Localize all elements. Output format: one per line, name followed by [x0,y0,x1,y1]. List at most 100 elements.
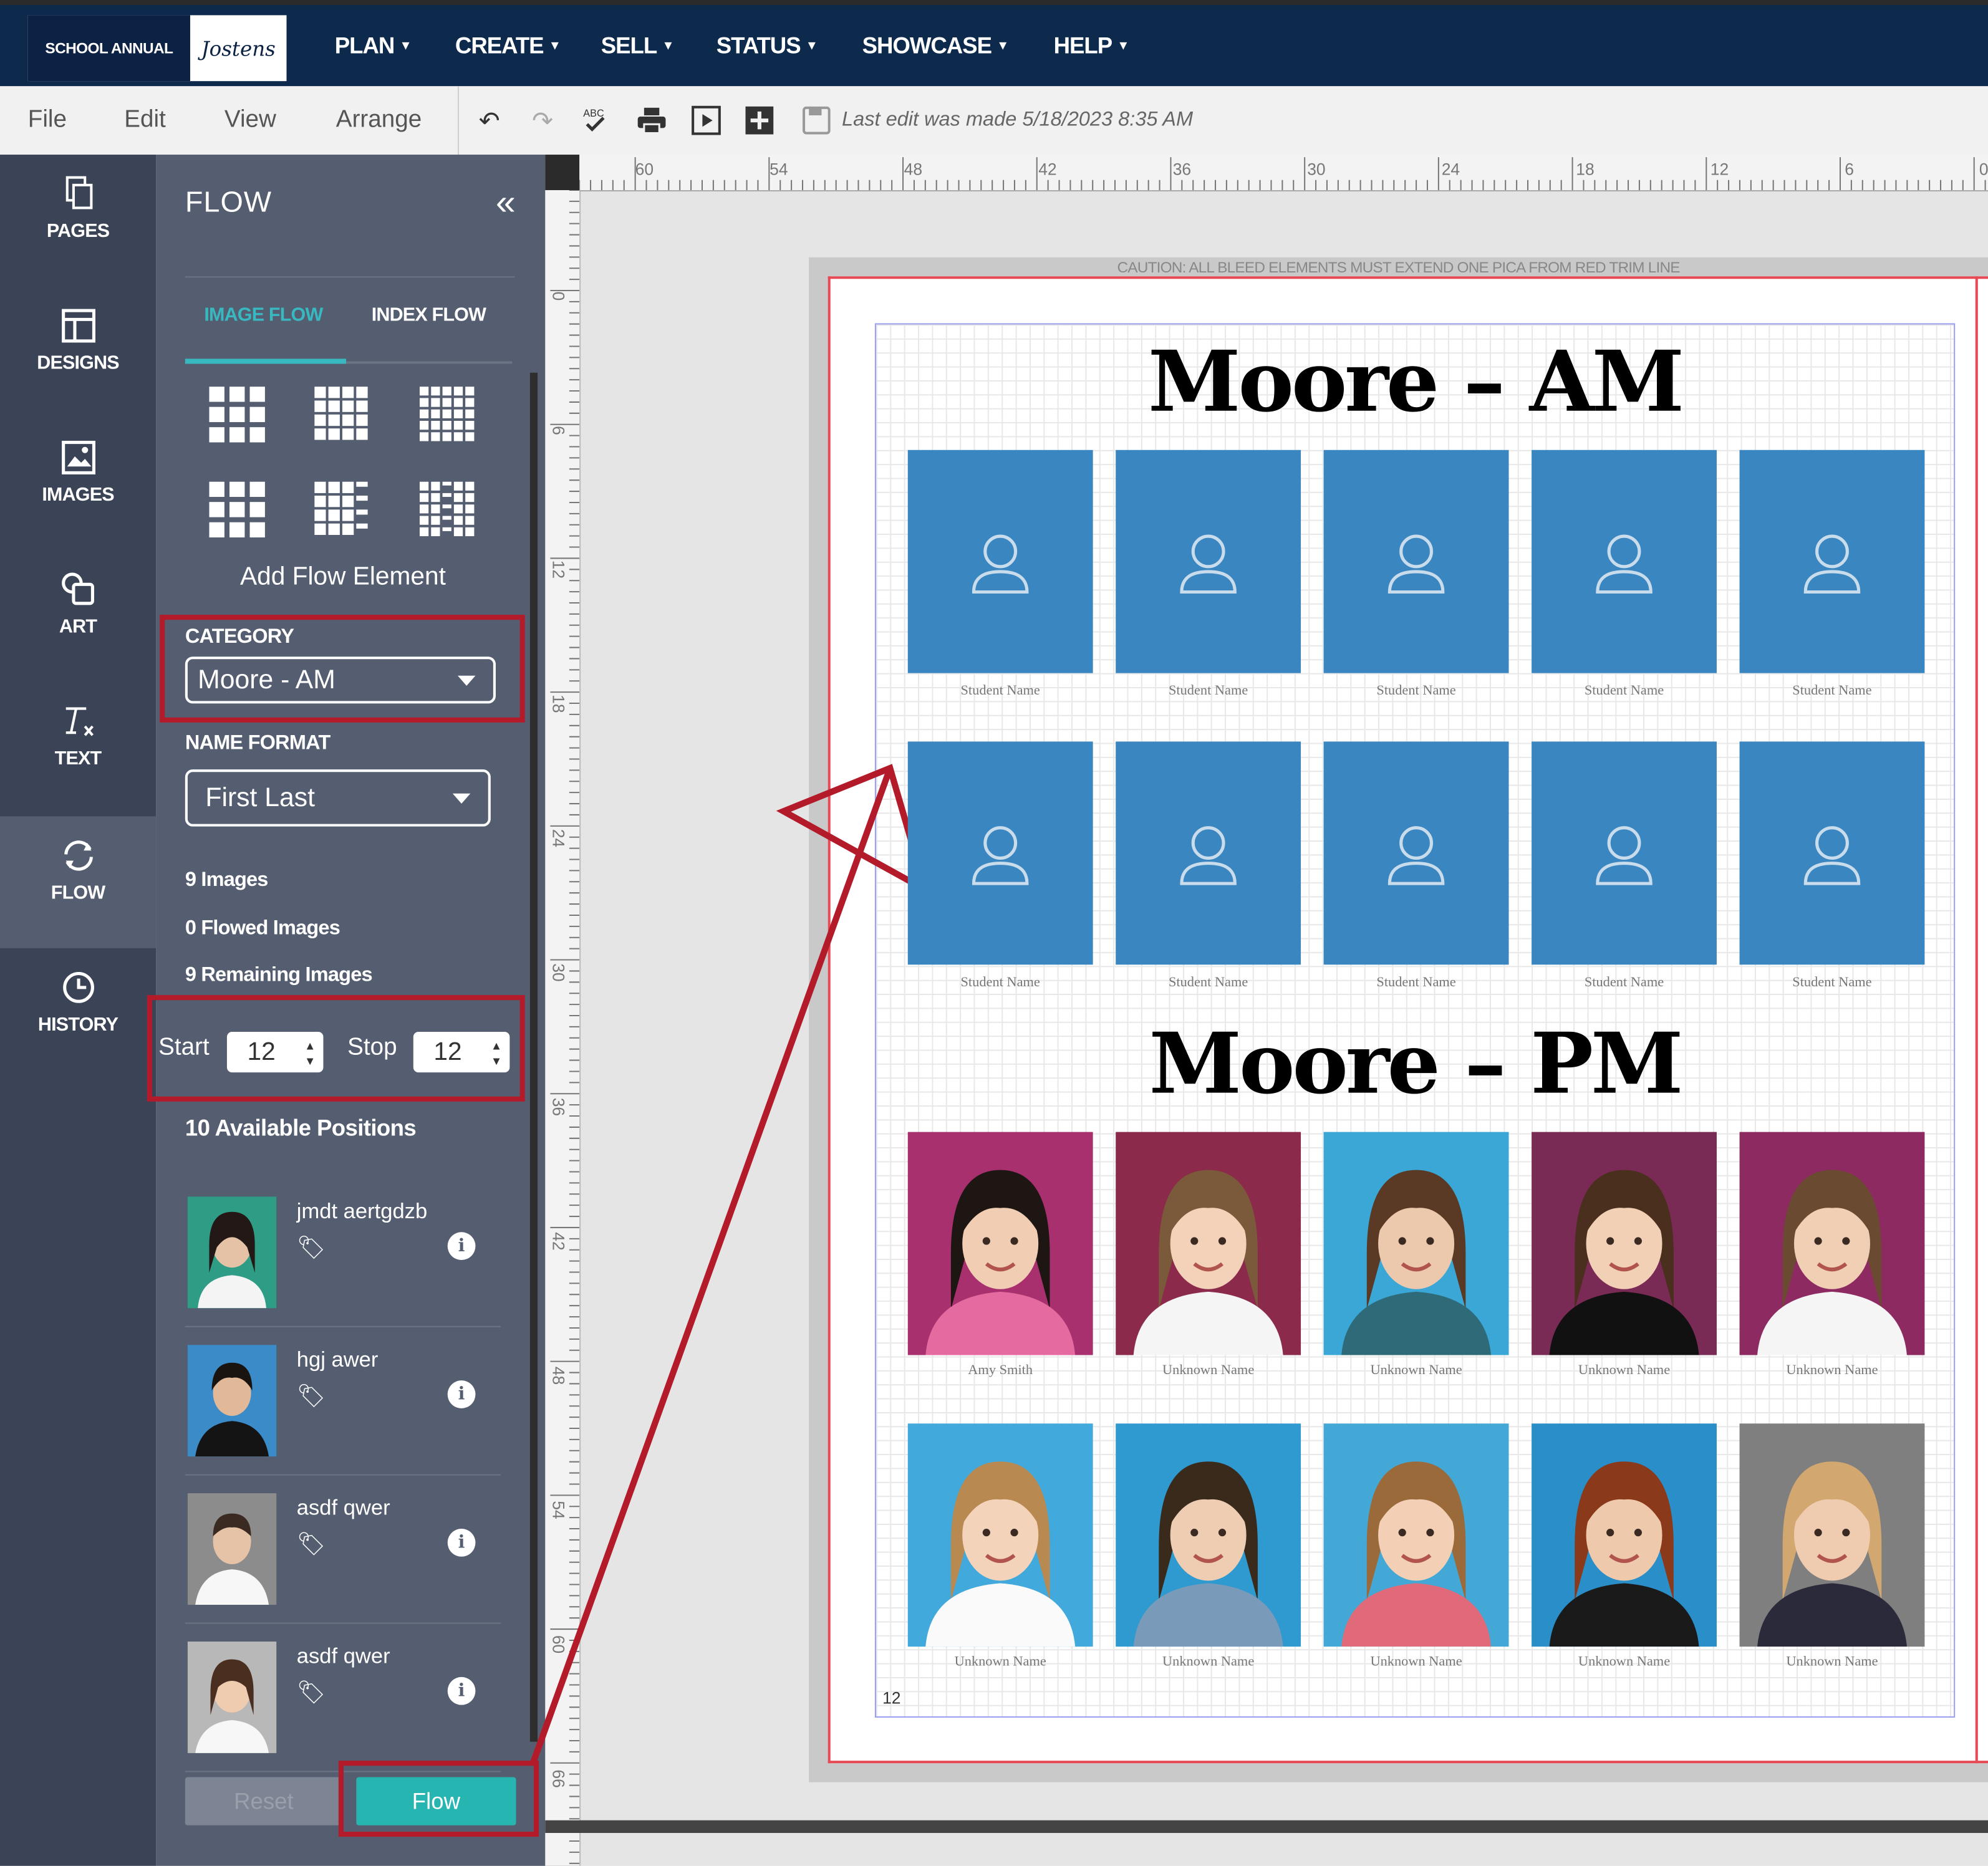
student-photo[interactable] [1739,1423,1925,1647]
nav-create[interactable]: CREATE ▼ [455,5,561,86]
student-photo[interactable] [1323,1423,1509,1647]
rail-item-history[interactable]: HISTORY [0,948,156,1080]
tags-icon[interactable]: 🏷︎ [297,1234,326,1261]
photo-placeholder[interactable] [1739,741,1925,965]
save-icon[interactable] [799,103,834,138]
photo-placeholder[interactable] [1323,450,1509,673]
panel-scrollbar[interactable] [529,372,538,1742]
photo-caption[interactable]: Unknown Name [1324,1654,1509,1669]
canvas-scrollbar[interactable] [545,1820,1988,1834]
tab-image-flow[interactable]: IMAGE FLOW [204,304,323,326]
photo-caption[interactable]: Student Name [1532,683,1717,698]
info-icon[interactable]: i [447,1676,476,1705]
reset-button[interactable]: Reset [185,1777,342,1825]
nav-help[interactable]: HELP ▼ [1054,5,1130,86]
photo-caption[interactable]: Unknown Name [1324,1363,1509,1378]
spellcheck-icon[interactable]: ABC [578,103,614,138]
tags-icon[interactable]: 🏷︎ [297,1680,326,1706]
add-flow-element-label[interactable]: Add Flow Element [156,563,530,592]
rail-item-text[interactable]: TEXT [0,682,156,814]
photo-caption[interactable]: Student Name [908,975,1093,990]
person-placeholder-icon [1596,534,1653,594]
photo-caption[interactable]: Student Name [1740,683,1925,698]
photo-placeholder[interactable] [907,450,1093,673]
rail-item-designs[interactable]: DESIGNS [0,287,156,418]
photo-caption[interactable]: Student Name [1116,683,1301,698]
info-icon[interactable]: i [447,1232,476,1261]
photo-placeholder[interactable] [1532,450,1717,673]
menu-file[interactable]: File [28,86,67,155]
grid-5x5-alt-icon[interactable] [419,481,475,537]
photo-placeholder[interactable] [1116,450,1301,673]
menu-view[interactable]: View [224,86,276,155]
photo-placeholder[interactable] [1116,741,1301,965]
student-photo[interactable] [1116,1423,1301,1647]
tags-icon[interactable]: 🏷︎ [297,1531,326,1558]
menu-edit[interactable]: Edit [124,86,166,155]
grid-4x4-alt-icon[interactable] [314,481,370,537]
photo-caption[interactable]: Unknown Name [908,1654,1093,1669]
horizontal-ruler[interactable]: 60 54 48 42 36 30 24 18 12 6 0 [579,155,1988,192]
student-photo[interactable] [907,1132,1093,1355]
section-title-pm[interactable]: Moore – PM [875,1014,1955,1113]
student-photo[interactable] [1116,1132,1301,1355]
tab-index-flow[interactable]: INDEX FLOW [372,304,486,326]
rail-item-art[interactable]: ART [0,550,156,681]
photo-placeholder[interactable] [1739,450,1925,673]
student-portrait [1549,1461,1699,1647]
info-icon[interactable]: i [447,1380,476,1408]
student-photo[interactable] [1323,1132,1509,1355]
photo-caption[interactable]: Student Name [1740,975,1925,990]
info-icon[interactable]: i [447,1529,476,1557]
list-item[interactable]: jmdt aertgdzb 🏷︎ i [185,1179,501,1327]
photo-caption[interactable]: Student Name [1532,975,1717,990]
student-photo[interactable] [1532,1423,1717,1647]
person-placeholder-icon [1387,534,1445,594]
grid-3x3-icon[interactable] [209,387,265,443]
photo-caption[interactable]: Student Name [908,683,1093,698]
collapse-panel-icon[interactable]: « [496,183,516,223]
app-logo[interactable]: SCHOOL ANNUAL Jostens [27,15,287,82]
photo-caption[interactable]: Unknown Name [1116,1363,1301,1378]
ruler-tick-label: 6 [549,426,567,435]
rail-item-flow[interactable]: FLOW [0,816,157,948]
print-icon[interactable] [634,103,670,138]
list-item[interactable]: asdf qwer 🏷︎ i [185,1624,501,1772]
section-title-am[interactable]: Moore – AM [875,332,1955,431]
tags-icon[interactable]: 🏷︎ [297,1383,326,1410]
photo-caption[interactable]: Unknown Name [1740,1654,1925,1669]
photo-caption[interactable]: Student Name [1324,975,1509,990]
menu-arrange[interactable]: Arrange [336,86,422,155]
list-item[interactable]: asdf qwer 🏷︎ i [185,1476,501,1624]
name-format-select[interactable]: First Last [185,769,491,827]
rail-item-pages[interactable]: PAGES [0,155,156,286]
photo-caption[interactable]: Student Name [1116,975,1301,990]
grid-4x4-icon[interactable] [314,387,370,442]
add-page-icon[interactable] [741,103,777,138]
photo-caption[interactable]: Unknown Name [1532,1363,1717,1378]
nav-status[interactable]: STATUS ▼ [717,5,818,86]
list-item[interactable]: hgj awer 🏷︎ i [185,1327,501,1476]
student-photo[interactable] [907,1423,1093,1647]
rail-item-images[interactable]: IMAGES [0,418,156,550]
photo-placeholder[interactable] [1323,741,1509,965]
photo-caption[interactable]: Unknown Name [1116,1654,1301,1669]
photo-caption[interactable]: Amy Smith [908,1363,1093,1378]
photo-placeholder[interactable] [907,741,1093,965]
photo-caption[interactable]: Unknown Name [1532,1654,1717,1669]
student-photo[interactable] [1739,1132,1925,1355]
nav-showcase[interactable]: SHOWCASE ▼ [862,5,1010,86]
photo-placeholder[interactable] [1532,741,1717,965]
vertical-ruler[interactable]: 0 6 12 18 24 30 36 42 48 54 60 66 [545,189,581,1866]
undo-icon[interactable]: ↶ [471,103,507,138]
nav-plan[interactable]: PLAN ▼ [335,5,412,86]
student-photo[interactable] [1532,1132,1717,1355]
rail-item-label: FLOW [51,882,105,904]
photo-caption[interactable]: Student Name [1324,683,1509,698]
photo-caption[interactable]: Unknown Name [1740,1363,1925,1378]
grid-5x5-icon[interactable] [419,387,475,442]
redo-icon[interactable]: ↷ [525,103,561,138]
grid-3x3-alt-icon[interactable] [209,481,265,538]
nav-sell[interactable]: SELL ▼ [601,5,675,86]
preview-icon[interactable] [688,103,724,138]
